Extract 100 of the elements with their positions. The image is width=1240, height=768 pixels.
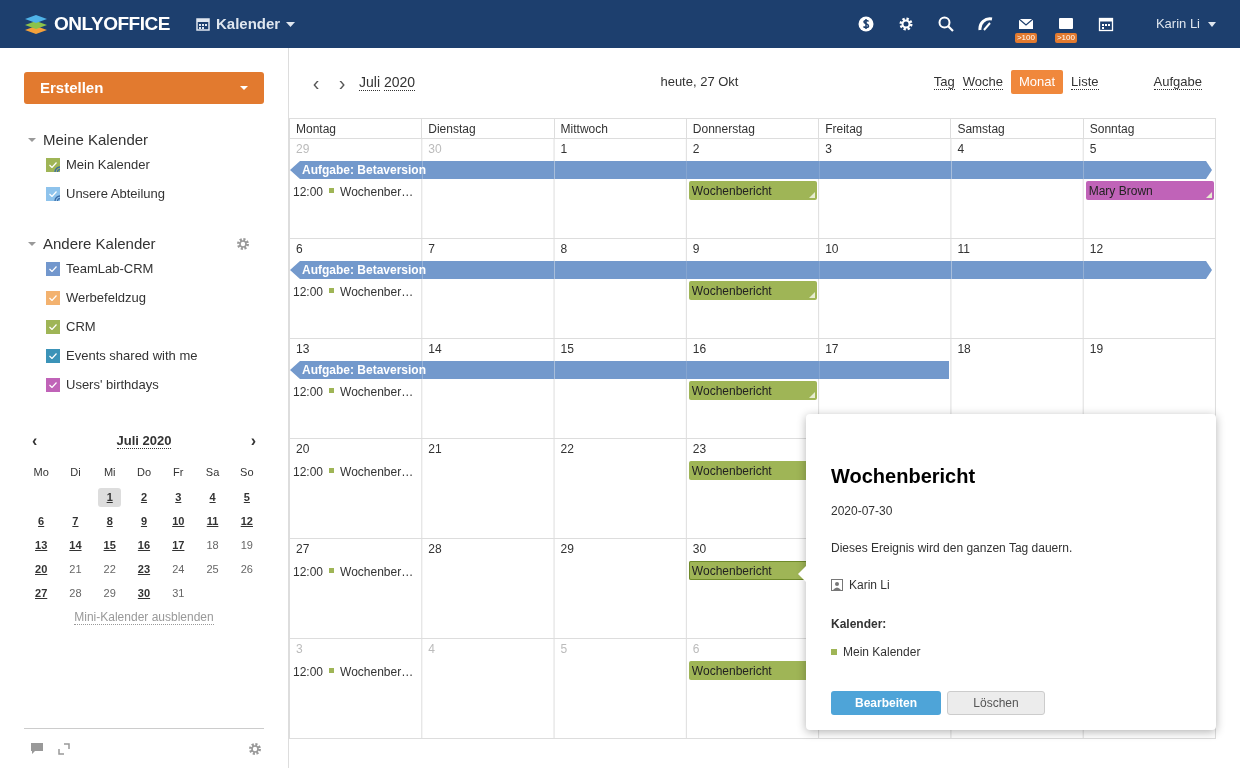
today-label[interactable]: heute, 27 Okt xyxy=(660,74,739,90)
day-number[interactable]: 11 xyxy=(951,239,1084,259)
next-button[interactable]: › xyxy=(335,74,349,92)
module-menu[interactable]: Kalender xyxy=(195,12,296,36)
calendar-checkbox[interactable] xyxy=(46,262,60,276)
mini-calendar-day[interactable]: 18 xyxy=(201,535,225,555)
mini-calendar-day[interactable]: 5 xyxy=(235,487,259,507)
calendar-checkbox[interactable] xyxy=(46,378,60,392)
day-number[interactable]: 7 xyxy=(422,239,555,259)
day-number[interactable]: 20 xyxy=(290,439,423,459)
day-number[interactable]: 10 xyxy=(819,239,952,259)
mini-calendar-day[interactable]: 8 xyxy=(98,511,122,531)
mini-calendar-day[interactable]: 1 xyxy=(98,487,122,507)
mini-calendar-day[interactable]: 14 xyxy=(63,535,87,555)
mini-calendar-day[interactable]: 15 xyxy=(98,535,122,555)
mini-calendar-day[interactable]: 29 xyxy=(98,583,122,603)
mini-calendar-day[interactable]: 3 xyxy=(166,487,190,507)
mini-calendar-day[interactable]: 10 xyxy=(166,511,190,531)
add-task-link[interactable]: Aufgabe xyxy=(1153,74,1202,90)
calendar-checkbox[interactable] xyxy=(46,291,60,305)
mini-calendar-day[interactable]: 27 xyxy=(29,583,53,603)
event-bar[interactable]: Wochenbericht xyxy=(688,181,818,200)
calendar-checkbox[interactable] xyxy=(46,187,60,201)
day-number[interactable]: 4 xyxy=(951,139,1084,159)
day-number[interactable]: 16 xyxy=(686,339,820,359)
event-bar[interactable]: Wochenbericht xyxy=(688,281,818,300)
mini-calendar-day[interactable]: 9 xyxy=(132,511,156,531)
mini-calendar-day[interactable]: 2 xyxy=(132,487,156,507)
day-number[interactable]: 18 xyxy=(951,339,1084,359)
event-title[interactable]: Wochenber… xyxy=(340,563,414,581)
calendar-checkbox[interactable] xyxy=(46,158,60,172)
mini-calendar-day[interactable]: 20 xyxy=(29,559,53,579)
calendar-name[interactable]: Mein Kalender xyxy=(66,155,150,175)
mini-calendar-day[interactable]: 7 xyxy=(63,511,87,531)
previous-month-button[interactable]: ‹ xyxy=(32,433,38,449)
day-number[interactable]: 27 xyxy=(290,539,423,559)
delete-button[interactable]: Löschen xyxy=(947,691,1045,715)
mini-calendar-day[interactable]: 23 xyxy=(132,559,156,579)
mini-calendar-day[interactable]: 19 xyxy=(235,535,259,555)
day-number[interactable]: 3 xyxy=(819,139,952,159)
day-number[interactable]: 21 xyxy=(422,439,555,459)
day-number[interactable]: 8 xyxy=(554,239,687,259)
event-bar[interactable]: Wochenbericht xyxy=(688,381,818,400)
mini-calendar-day[interactable]: 16 xyxy=(132,535,156,555)
mini-calendar-day[interactable]: 22 xyxy=(98,559,122,579)
calendar-group-title[interactable]: Meine Kalender xyxy=(43,128,264,152)
mini-calendar-day[interactable]: 30 xyxy=(132,583,156,603)
mini-calendar-day[interactable]: 25 xyxy=(201,559,225,579)
mini-calendar-day[interactable]: 17 xyxy=(166,535,190,555)
day-number[interactable]: 9 xyxy=(686,239,820,259)
calendar-name[interactable]: Unsere Abteilung xyxy=(66,184,165,204)
mini-calendar-day[interactable]: 31 xyxy=(166,583,190,603)
task-bar[interactable] xyxy=(1083,161,1212,179)
event-title[interactable]: Wochenber… xyxy=(340,663,414,681)
view-tab[interactable]: Tag xyxy=(933,74,955,90)
calendar-name[interactable]: CRM xyxy=(66,317,96,337)
mini-calendar-day[interactable]: 11 xyxy=(201,511,225,531)
mini-calendar-day[interactable]: 4 xyxy=(201,487,225,507)
day-number[interactable]: 15 xyxy=(554,339,687,359)
next-month-button[interactable]: › xyxy=(250,433,256,449)
month-selector[interactable]: Juli xyxy=(359,74,380,91)
event-title[interactable]: Wochenber… xyxy=(340,383,414,401)
mini-calendar-day[interactable]: 13 xyxy=(29,535,53,555)
calendar-name[interactable]: TeamLab-CRM xyxy=(66,259,154,279)
day-number[interactable]: 5 xyxy=(1083,139,1216,159)
view-tab[interactable]: Woche xyxy=(962,74,1003,90)
event-bar[interactable]: Mary Brown xyxy=(1085,181,1214,200)
mini-calendar-day[interactable]: 6 xyxy=(29,511,53,531)
calendar-checkbox[interactable] xyxy=(46,349,60,363)
day-number[interactable]: 28 xyxy=(422,539,555,559)
mini-calendar-day[interactable]: 21 xyxy=(63,559,87,579)
day-number[interactable]: 22 xyxy=(554,439,687,459)
event-title[interactable]: Wochenber… xyxy=(340,283,414,301)
calendar-name[interactable]: Events shared with me xyxy=(66,346,198,366)
day-number[interactable]: 19 xyxy=(1083,339,1216,359)
task-bar[interactable] xyxy=(1083,261,1212,279)
day-number[interactable]: 1 xyxy=(554,139,687,159)
mini-calendar-title[interactable]: Juli 2020 xyxy=(116,433,172,449)
mini-calendar-day[interactable]: 28 xyxy=(63,583,87,603)
day-number[interactable]: 17 xyxy=(819,339,952,359)
event-title[interactable]: Wochenber… xyxy=(340,463,414,481)
event-title[interactable]: Wochenber… xyxy=(340,183,414,201)
previous-button[interactable]: ‹ xyxy=(309,74,323,92)
year-selector[interactable]: 2020 xyxy=(384,74,416,91)
day-number[interactable]: 13 xyxy=(290,339,423,359)
logo-text[interactable]: ONLYOFFICE xyxy=(54,9,170,39)
mini-calendar-day[interactable]: 26 xyxy=(235,559,259,579)
mini-calendar-day[interactable]: 12 xyxy=(235,511,259,531)
user-menu[interactable]: Karin Li xyxy=(1155,14,1216,34)
view-tab[interactable]: Liste xyxy=(1071,74,1099,90)
day-number[interactable]: 12 xyxy=(1083,239,1216,259)
calendar-group-title[interactable]: Andere Kalender xyxy=(43,232,236,256)
calendar-name[interactable]: Werbefeldzug xyxy=(66,288,146,308)
day-number[interactable]: 6 xyxy=(290,239,423,259)
day-number[interactable]: 14 xyxy=(422,339,555,359)
calendar-name[interactable]: Users' birthdays xyxy=(66,375,159,395)
day-number[interactable]: 29 xyxy=(554,539,687,559)
mini-calendar-day[interactable]: 24 xyxy=(166,559,190,579)
day-number[interactable]: 2 xyxy=(686,139,820,159)
calendar-checkbox[interactable] xyxy=(46,320,60,334)
